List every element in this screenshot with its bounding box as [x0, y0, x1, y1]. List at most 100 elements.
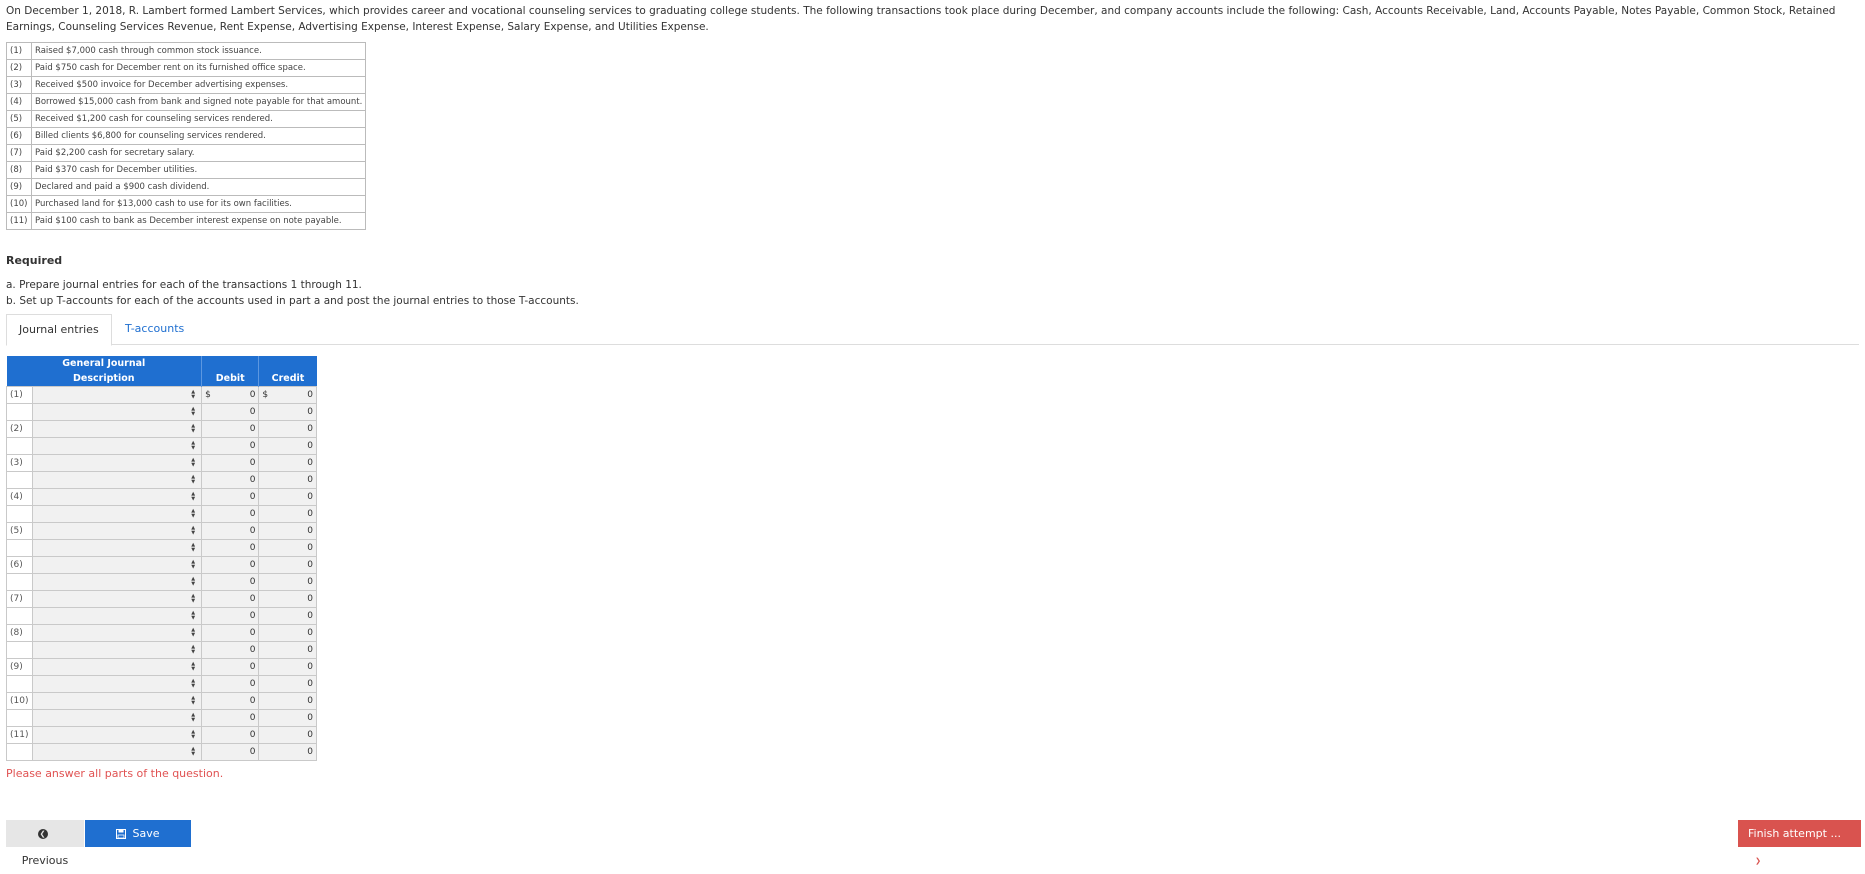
- credit-input[interactable]: 0: [258, 726, 317, 744]
- account-select[interactable]: ▲ ▼: [31, 709, 203, 727]
- account-select[interactable]: ▲ ▼: [31, 403, 203, 421]
- account-select[interactable]: ▲ ▼: [31, 556, 203, 574]
- debit-input[interactable]: 0: [201, 709, 260, 727]
- journal-row: (9) ▲ ▼ 0 0: [6, 658, 317, 676]
- account-select[interactable]: ▲ ▼: [31, 658, 203, 676]
- credit-input[interactable]: 0: [258, 590, 317, 608]
- debit-input[interactable]: 0: [201, 556, 260, 574]
- general-journal-table: General Journal Description Debit Credit…: [6, 356, 317, 761]
- debit-input[interactable]: 0: [201, 573, 260, 591]
- debit-input[interactable]: 0: [201, 743, 260, 761]
- credit-input[interactable]: 0: [258, 522, 317, 540]
- debit-input[interactable]: 0: [201, 471, 260, 489]
- debit-value: 0: [249, 441, 256, 451]
- entry-number: [6, 505, 33, 523]
- select-arrows-icon: ▲ ▼: [191, 575, 196, 587]
- tab-t-accounts[interactable]: T-accounts: [113, 314, 196, 344]
- debit-value: 0: [249, 679, 256, 689]
- debit-value: 0: [249, 594, 256, 604]
- credit-input[interactable]: 0: [258, 624, 317, 642]
- transaction-text: Received $500 invoice for December adver…: [30, 76, 367, 94]
- debit-input[interactable]: 0: [201, 692, 260, 710]
- journal-title: General Journal: [6, 356, 202, 371]
- credit-input[interactable]: 0: [258, 437, 317, 455]
- journal-row: (10) ▲ ▼ 0 0: [6, 692, 317, 710]
- account-select[interactable]: ▲ ▼: [31, 488, 203, 506]
- debit-input[interactable]: 0: [201, 454, 260, 472]
- credit-input[interactable]: 0: [258, 658, 317, 676]
- account-select[interactable]: ▲ ▼: [31, 539, 203, 557]
- transaction-number: (11): [6, 212, 32, 230]
- credit-input[interactable]: 0: [258, 556, 317, 574]
- credit-input[interactable]: 0: [258, 709, 317, 727]
- finish-attempt-button[interactable]: Finish attempt ... ❯: [1738, 820, 1861, 866]
- required-part-a: a. Prepare journal entries for each of t…: [6, 279, 362, 291]
- credit-value: 0: [307, 611, 313, 621]
- credit-input[interactable]: 0: [258, 420, 317, 438]
- journal-row: ▲ ▼ 0 0: [6, 607, 317, 625]
- transaction-row: (2) Paid $750 cash for December rent on i…: [6, 59, 367, 77]
- account-select[interactable]: ▲ ▼: [31, 607, 203, 625]
- account-select[interactable]: ▲ ▼: [31, 641, 203, 659]
- credit-input[interactable]: 0: [258, 505, 317, 523]
- credit-input[interactable]: 0: [258, 488, 317, 506]
- transaction-number: (2): [6, 59, 32, 77]
- entry-number: (6): [6, 556, 33, 574]
- credit-input[interactable]: 0: [258, 539, 317, 557]
- credit-input[interactable]: 0: [258, 454, 317, 472]
- debit-input[interactable]: 0: [201, 641, 260, 659]
- journal-row: (8) ▲ ▼ 0 0: [6, 624, 317, 642]
- credit-input[interactable]: 0: [258, 692, 317, 710]
- credit-input[interactable]: 0: [258, 743, 317, 761]
- credit-value: 0: [307, 407, 313, 417]
- account-select[interactable]: ▲ ▼: [31, 692, 203, 710]
- account-select[interactable]: ▲ ▼: [31, 675, 203, 693]
- debit-input[interactable]: 0: [201, 522, 260, 540]
- debit-input[interactable]: 0: [201, 420, 260, 438]
- account-select[interactable]: ▲ ▼: [31, 590, 203, 608]
- journal-row: ▲ ▼ 0 0: [6, 403, 317, 421]
- account-select[interactable]: ▲ ▼: [31, 505, 203, 523]
- credit-input[interactable]: 0: [258, 641, 317, 659]
- debit-input[interactable]: 0: [201, 539, 260, 557]
- account-select[interactable]: ▲ ▼: [31, 522, 203, 540]
- column-header-debit: Debit: [201, 371, 259, 387]
- credit-input[interactable]: 0: [258, 573, 317, 591]
- previous-button[interactable]: ❮ Previous: [6, 820, 84, 867]
- column-header-description: Description: [6, 371, 202, 387]
- account-select[interactable]: ▲ ▼: [31, 437, 203, 455]
- tab-journal-entries[interactable]: Journal entries: [6, 314, 112, 346]
- debit-input[interactable]: $0: [201, 386, 260, 404]
- account-select[interactable]: ▲ ▼: [31, 454, 203, 472]
- select-arrows-icon: ▲ ▼: [191, 524, 196, 536]
- credit-input[interactable]: $0: [258, 386, 317, 404]
- account-select[interactable]: ▲ ▼: [31, 573, 203, 591]
- debit-input[interactable]: 0: [201, 403, 260, 421]
- credit-value: 0: [307, 509, 313, 519]
- debit-input[interactable]: 0: [201, 624, 260, 642]
- debit-value: 0: [249, 713, 256, 723]
- debit-input[interactable]: 0: [201, 726, 260, 744]
- account-select[interactable]: ▲ ▼: [31, 471, 203, 489]
- debit-input[interactable]: 0: [201, 590, 260, 608]
- debit-value: 0: [249, 730, 256, 740]
- entry-number: (4): [6, 488, 33, 506]
- account-select[interactable]: ▲ ▼: [31, 624, 203, 642]
- credit-input[interactable]: 0: [258, 403, 317, 421]
- debit-input[interactable]: 0: [201, 675, 260, 693]
- account-select[interactable]: ▲ ▼: [31, 726, 203, 744]
- select-arrows-icon: ▲ ▼: [191, 473, 196, 485]
- account-select[interactable]: ▲ ▼: [31, 743, 203, 761]
- debit-value: 0: [249, 577, 256, 587]
- save-answers-button[interactable]: Save Answers: [85, 820, 191, 867]
- credit-input[interactable]: 0: [258, 471, 317, 489]
- debit-input[interactable]: 0: [201, 505, 260, 523]
- debit-input[interactable]: 0: [201, 607, 260, 625]
- debit-input[interactable]: 0: [201, 658, 260, 676]
- credit-input[interactable]: 0: [258, 607, 317, 625]
- debit-input[interactable]: 0: [201, 488, 260, 506]
- account-select[interactable]: ▲ ▼: [31, 386, 203, 404]
- account-select[interactable]: ▲ ▼: [31, 420, 203, 438]
- debit-input[interactable]: 0: [201, 437, 260, 455]
- credit-input[interactable]: 0: [258, 675, 317, 693]
